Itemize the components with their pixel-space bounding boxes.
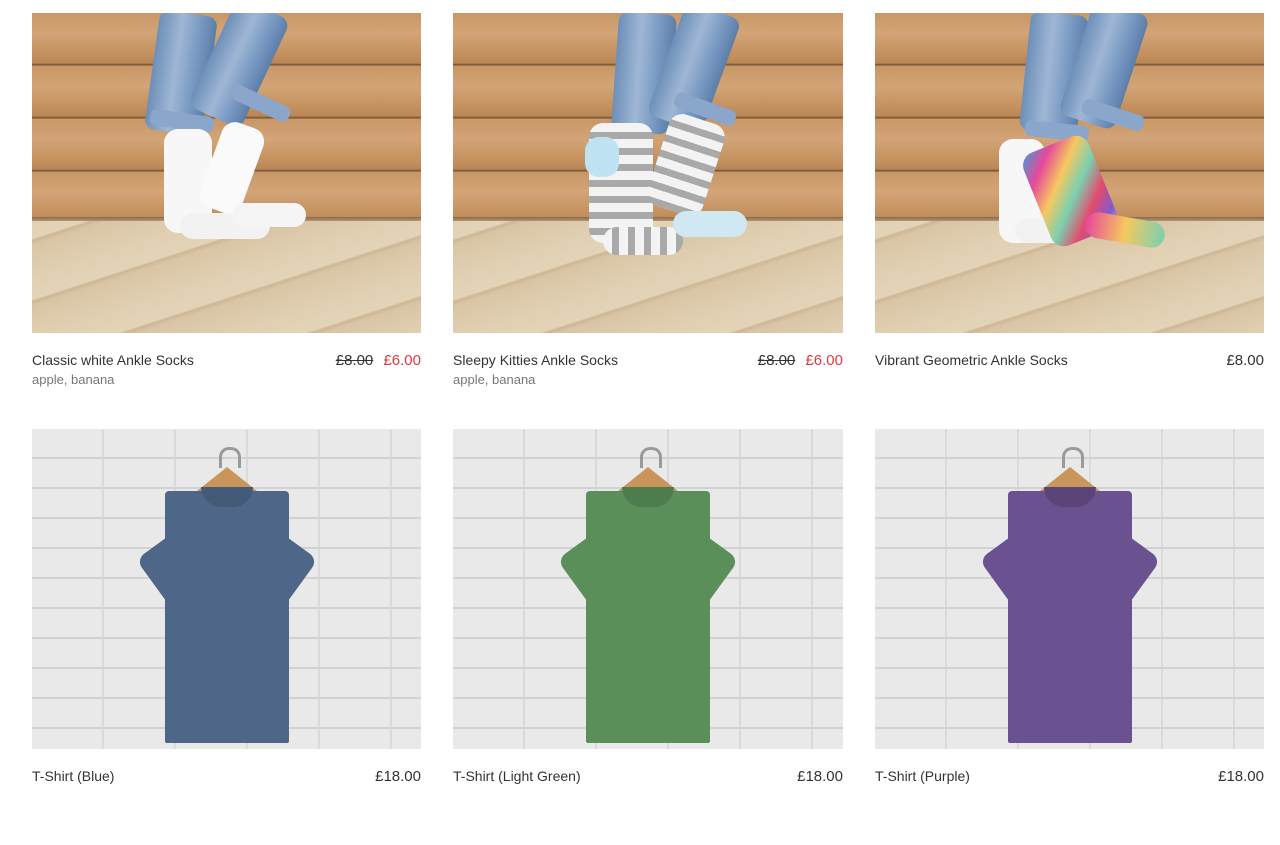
product-price: £18.00 (797, 768, 843, 786)
product-image[interactable] (32, 429, 421, 749)
hanger-icon (218, 447, 241, 468)
regular-price: £18.00 (797, 768, 843, 785)
hanger-icon (640, 447, 662, 468)
product-price: £8.00 £6.00 (336, 352, 421, 370)
product-image[interactable] (453, 429, 843, 749)
regular-price: £18.00 (1218, 768, 1264, 785)
product-name[interactable]: Vibrant Geometric Ankle Socks (875, 352, 1068, 368)
product-name[interactable]: T-Shirt (Light Green) (453, 768, 581, 784)
tshirt-green (586, 491, 710, 743)
hanger-icon (1061, 447, 1084, 468)
tshirt-purple (1007, 491, 1132, 743)
original-price: £8.00 (335, 352, 374, 369)
product-image[interactable] (32, 13, 421, 333)
product-name[interactable]: Classic white Ankle Socks (32, 352, 194, 368)
product-image[interactable] (453, 13, 843, 333)
product-card[interactable]: T-Shirt (Blue) £18.00 (32, 429, 421, 845)
product-tags: apple, banana (32, 372, 115, 387)
product-name[interactable]: T-Shirt (Blue) (32, 768, 114, 784)
regular-price: £18.00 (375, 768, 421, 785)
product-name[interactable]: Sleepy Kitties Ankle Socks (453, 352, 618, 368)
product-name[interactable]: T-Shirt (Purple) (875, 768, 970, 784)
product-card[interactable]: T-Shirt (Light Green) £18.00 (453, 429, 843, 845)
product-price: £18.00 (1218, 768, 1264, 786)
product-card[interactable]: Classic white Ankle Socks apple, banana … (32, 13, 421, 429)
sale-price: £6.00 (383, 352, 421, 369)
product-image[interactable] (875, 429, 1264, 749)
sale-price: £6.00 (805, 352, 843, 369)
product-grid: Classic white Ankle Socks apple, banana … (32, 13, 1264, 845)
original-price: £8.00 (757, 352, 796, 369)
product-card[interactable]: Sleepy Kitties Ankle Socks apple, banana… (453, 13, 843, 429)
tshirt-blue (164, 491, 289, 743)
regular-price: £8.00 (1226, 352, 1264, 369)
product-image[interactable] (875, 13, 1264, 333)
product-price: £18.00 (375, 768, 421, 786)
product-price: £8.00 (1226, 352, 1264, 370)
product-card[interactable]: Vibrant Geometric Ankle Socks £8.00 (875, 13, 1264, 429)
product-price: £8.00 £6.00 (758, 352, 843, 370)
product-card[interactable]: T-Shirt (Purple) £18.00 (875, 429, 1264, 845)
product-tags: apple, banana (453, 372, 536, 387)
